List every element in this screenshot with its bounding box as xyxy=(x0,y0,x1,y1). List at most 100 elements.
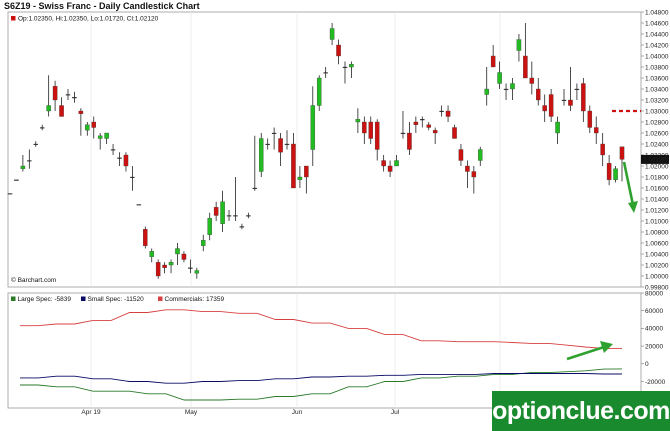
candle-body xyxy=(72,97,77,99)
candle-body xyxy=(555,121,560,134)
y-tick-label: 1.01600 xyxy=(645,185,669,192)
candle-body xyxy=(59,105,64,117)
candle-body xyxy=(85,124,90,131)
candle-body xyxy=(407,132,412,150)
y-tick-label: 1.02000 xyxy=(645,163,669,170)
candle-body xyxy=(426,124,431,128)
cot-legend-swatch xyxy=(158,296,163,301)
candle-body xyxy=(246,215,251,217)
candle-body xyxy=(323,72,328,74)
candle-body xyxy=(368,121,374,139)
candle-body xyxy=(316,77,322,106)
candle-body xyxy=(97,135,103,139)
candle-body xyxy=(529,77,535,84)
y2-tick-label: 0 xyxy=(645,361,649,368)
candle xyxy=(7,193,13,195)
y-tick-label: 1.03600 xyxy=(645,75,669,82)
candle-body xyxy=(188,267,193,269)
y-tick-label: 1.03800 xyxy=(645,64,669,71)
candle-body xyxy=(362,121,367,134)
candle-body xyxy=(600,143,605,156)
candle-body xyxy=(104,132,109,139)
candle-body xyxy=(213,207,219,216)
credit-text: © Barchart.com xyxy=(11,276,56,284)
candle-body xyxy=(374,121,380,150)
candle-body xyxy=(7,193,13,195)
candle-body xyxy=(310,105,316,150)
y-tick-label: 1.01200 xyxy=(645,207,669,214)
candle-body xyxy=(258,138,264,172)
candle-body xyxy=(220,201,225,224)
candle-body xyxy=(413,121,419,125)
candle-body xyxy=(181,253,187,260)
candle-body xyxy=(355,119,361,123)
y-tick-label: 1.03200 xyxy=(645,97,669,104)
y-tick-label: 1.02400 xyxy=(645,141,669,148)
candle-body xyxy=(207,218,212,235)
candle-body xyxy=(143,229,148,246)
candle-body xyxy=(439,110,444,112)
candle-body xyxy=(65,94,71,96)
candle-body xyxy=(516,39,522,51)
candle-body xyxy=(561,99,567,101)
candle-body xyxy=(20,165,26,169)
cot-legend-text: Commercials: 17359 xyxy=(165,296,225,303)
candle-body xyxy=(497,72,502,84)
candle-body xyxy=(587,110,593,128)
price-panel xyxy=(7,11,642,288)
candle-body xyxy=(619,146,625,160)
x-tick-label: May xyxy=(185,409,198,416)
candle-body xyxy=(130,176,135,178)
candle-body xyxy=(490,55,496,68)
candle xyxy=(155,259,161,279)
candle-body xyxy=(606,163,612,180)
y-tick-label: 1.02600 xyxy=(645,130,669,137)
y2-tick-label: 60000 xyxy=(645,308,663,315)
candle-body xyxy=(110,149,116,151)
candle-body xyxy=(284,143,290,145)
last-price-label: 1.02120 xyxy=(643,157,667,164)
candle-body xyxy=(168,262,174,266)
cot-legend-swatch xyxy=(81,296,86,301)
y-tick-label: 1.03000 xyxy=(645,108,669,115)
candle xyxy=(316,75,322,111)
y-tick-label: 1.00600 xyxy=(645,240,669,247)
y-tick-label: 1.03400 xyxy=(645,86,669,93)
y2-tick-label: 40000 xyxy=(645,326,663,333)
candle-body xyxy=(542,105,547,112)
candle-body xyxy=(503,88,509,90)
y-tick-label: 1.00800 xyxy=(645,229,669,236)
cot-legend-text: Small Spec: -11520 xyxy=(88,296,145,303)
candle-body xyxy=(239,226,245,228)
x-tick-label: Apr 19 xyxy=(81,409,101,416)
cot-legend-swatch xyxy=(11,296,16,301)
candle-body xyxy=(265,143,270,145)
chart-canvas: 0.998001.000001.002001.004001.006001.008… xyxy=(7,9,669,416)
candle-body xyxy=(233,215,238,217)
candle-body xyxy=(336,44,341,57)
candle-body xyxy=(27,160,32,162)
candle-body xyxy=(465,165,470,172)
candle-body xyxy=(14,179,19,181)
candle-body xyxy=(432,130,438,134)
candle-body xyxy=(162,264,167,268)
candle-body xyxy=(39,127,45,129)
candle-body xyxy=(548,94,554,117)
candle-body xyxy=(574,88,580,90)
candle-body xyxy=(613,168,618,180)
candle-body xyxy=(484,88,489,95)
candle-body xyxy=(387,165,393,172)
candle-body xyxy=(452,127,457,139)
ohlc-legend-text: Op:1.02350, Hi:1.02350, Lo:1.01720, Cl:1… xyxy=(18,16,159,23)
candle-body xyxy=(194,270,200,274)
candle-body xyxy=(420,119,425,121)
candle xyxy=(258,133,264,177)
candle-body xyxy=(458,149,464,161)
x-tick-label: Jul xyxy=(391,409,400,416)
candle-body xyxy=(510,83,515,90)
candle xyxy=(14,179,19,181)
candle xyxy=(136,204,142,206)
y-tick-label: 1.00000 xyxy=(645,273,669,280)
candle-body xyxy=(593,127,599,134)
y2-tick-label: 80000 xyxy=(645,290,663,297)
